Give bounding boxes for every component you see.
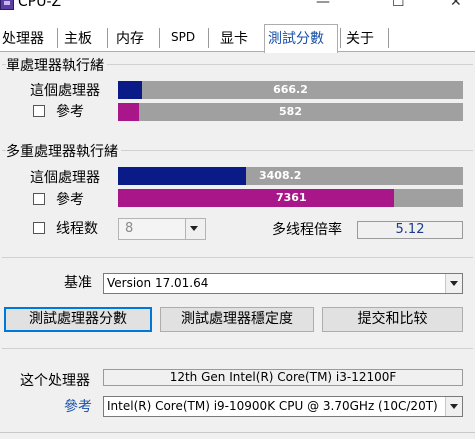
multi-this-score: 3408.2 xyxy=(259,169,302,182)
section-divider xyxy=(2,348,473,349)
ref-cpu-select[interactable]: Intel(R) Core(TM) i9-10900K CPU @ 3.70GH… xyxy=(103,396,463,417)
single-this-bar: 666.2 xyxy=(118,81,463,99)
multi-this-label: 這個處理器 xyxy=(30,170,100,186)
chevron-down-icon[interactable] xyxy=(445,274,462,293)
tab-memory[interactable]: 内存 xyxy=(116,28,144,48)
maximize-button[interactable]: ☐ xyxy=(392,0,405,10)
single-ref-score: 582 xyxy=(279,105,302,118)
tab-about[interactable]: 关于 xyxy=(346,28,374,48)
multi-ref-score: 7361 xyxy=(276,191,307,204)
window-title: CPU-Z xyxy=(18,0,62,10)
bottom-divider xyxy=(0,432,475,433)
minimize-button[interactable]: — xyxy=(316,0,330,10)
tab-separator xyxy=(208,28,209,48)
tab-bench[interactable]: 測試分數 xyxy=(268,28,324,48)
multi-ref-checkbox[interactable] xyxy=(33,193,45,205)
single-thread-group-title: 單處理器執行緒 xyxy=(6,55,107,75)
tab-separator xyxy=(57,28,58,48)
single-this-label: 這個處理器 xyxy=(30,83,100,99)
tab-processor[interactable]: 处理器 xyxy=(2,28,44,48)
tab-graphics[interactable]: 显卡 xyxy=(220,28,248,48)
benchmark-version-value: Version 17.01.64 xyxy=(107,276,209,290)
ref-cpu-label: 參考 xyxy=(64,399,92,415)
tab-separator xyxy=(388,28,389,48)
bench-cpu-button[interactable]: 測試處理器分數 xyxy=(4,307,152,332)
section-divider xyxy=(2,257,473,258)
this-cpu-name: 12th Gen Intel(R) Core(TM) i3-12100F xyxy=(103,369,463,386)
ref-cpu-value: Intel(R) Core(TM) i9-10900K CPU @ 3.70GH… xyxy=(107,399,438,413)
this-cpu-label: 这个处理器 xyxy=(20,373,90,389)
threads-select[interactable]: 8 xyxy=(118,218,206,240)
tab-spd[interactable]: SPD xyxy=(171,30,195,44)
multi-thread-group-title: 多重處理器執行緒 xyxy=(6,141,121,161)
single-ref-bar: 582 xyxy=(118,103,463,121)
single-this-score: 666.2 xyxy=(273,83,308,96)
multi-ref-label: 參考 xyxy=(56,192,84,208)
stress-cpu-button[interactable]: 測試處理器穩定度 xyxy=(160,307,314,332)
benchmark-version-select[interactable]: Version 17.01.64 xyxy=(103,273,463,294)
single-ref-checkbox[interactable] xyxy=(33,105,45,117)
chevron-down-icon[interactable] xyxy=(185,219,205,239)
tab-separator xyxy=(340,28,341,48)
threads-label: 线程数 xyxy=(56,221,98,237)
multi-ref-bar: 7361 xyxy=(118,189,463,207)
single-ref-label: 參考 xyxy=(56,104,84,120)
ratio-label: 多线程倍率 xyxy=(272,222,342,238)
ratio-value: 5.12 xyxy=(357,221,463,239)
tab-separator xyxy=(107,28,108,48)
tab-mainboard[interactable]: 主板 xyxy=(64,28,92,48)
multi-this-bar: 3408.2 xyxy=(118,167,463,185)
chevron-down-icon[interactable] xyxy=(445,397,462,416)
threads-value: 8 xyxy=(125,221,134,236)
title-bar: CPU-Z — ☐ ✕ xyxy=(0,0,475,14)
submit-compare-button[interactable]: 提交和比较 xyxy=(322,307,463,332)
close-button[interactable]: ✕ xyxy=(450,0,462,10)
threads-checkbox[interactable] xyxy=(33,222,45,234)
benchmark-label: 基准 xyxy=(64,275,92,291)
cpu-z-app-icon xyxy=(0,0,14,10)
tab-separator xyxy=(159,28,160,48)
tab-bar: 处理器 主板 内存 SPD 显卡 測試分數 关于 xyxy=(0,14,475,53)
